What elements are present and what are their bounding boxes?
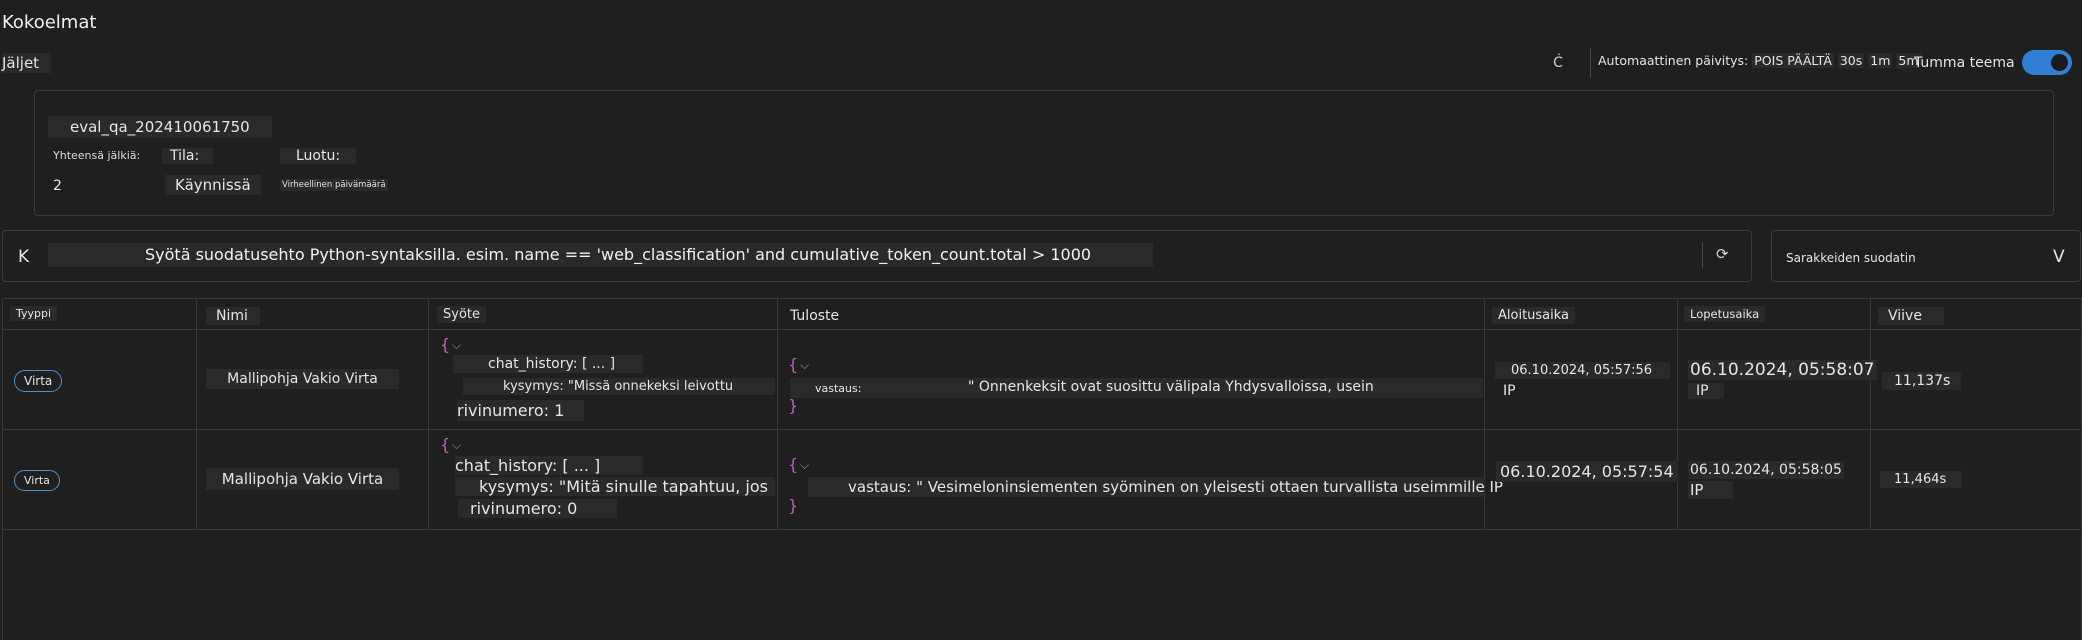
column-header-start-time[interactable]: Aloitusaika	[1492, 307, 1576, 324]
output-value: " Onnenkeksit ovat suosittu välipala Yhd…	[968, 379, 1374, 395]
end-time: 06.10.2024, 05:58:07	[1688, 360, 1877, 380]
input-open-brace: {	[440, 335, 451, 354]
row-divider	[2, 529, 2082, 530]
reset-filter-icon[interactable]: ⟳	[1716, 245, 1738, 267]
auto-refresh-off-option[interactable]: POIS PÄÄLTÄ	[1752, 53, 1834, 68]
run-name: eval_qa_202410061750	[48, 116, 272, 138]
expand-chevron-icon[interactable]: ⌵	[452, 338, 461, 353]
breadcrumb[interactable]: Jäljet	[2, 53, 52, 73]
output-key: vastaus:	[848, 478, 912, 496]
filter-key-hint: K	[18, 247, 30, 267]
output-close-brace: }	[788, 396, 799, 415]
start-time: 06.10.2024, 05:57:56	[1495, 362, 1671, 379]
toolbar-divider	[1590, 48, 1591, 78]
trace-name[interactable]: Mallipohja Vakio Virta	[206, 468, 399, 490]
type-badge[interactable]: Virta	[14, 470, 60, 491]
total-traces-label: Yhteensä jälkiä:	[53, 149, 141, 162]
input-chat-history: chat_history: [ ... ]	[455, 456, 643, 475]
input-open-brace: {	[440, 435, 451, 454]
status-label: Tila:	[162, 148, 214, 164]
status-value: Käynnissä	[165, 175, 261, 195]
column-header-latency[interactable]: Viive	[1878, 307, 1944, 325]
column-divider	[777, 298, 778, 530]
dark-theme-toggle[interactable]	[2022, 50, 2072, 75]
column-divider	[1870, 298, 1871, 530]
expand-chevron-icon[interactable]: ⌵	[800, 358, 809, 373]
column-filter-label: Sarakkeiden suodatin	[1786, 251, 1916, 265]
column-header-input[interactable]: Syöte	[437, 306, 486, 323]
end-ip: IP	[1688, 481, 1734, 499]
header-divider	[2, 329, 2082, 330]
auto-refresh-label: Automaattinen päivitys:	[1598, 53, 1749, 68]
latency: 11,137s	[1882, 372, 1962, 390]
column-header-end-time[interactable]: Lopetusaika	[1684, 306, 1766, 322]
start-ip: IP	[1503, 383, 1516, 399]
input-question: kysymys: "Mitä sinulle tapahtuu, jos	[455, 477, 775, 496]
chevron-down-icon[interactable]: V	[2053, 247, 2065, 267]
input-row-number: rivinumero: 0	[458, 499, 618, 518]
end-ip: IP	[1688, 383, 1724, 399]
trace-name[interactable]: Mallipohja Vakio Virta	[206, 369, 399, 389]
column-header-type[interactable]: Tyyppi	[10, 306, 58, 321]
output-key: vastaus:	[815, 382, 862, 395]
expand-chevron-icon[interactable]: ⌵	[800, 458, 809, 473]
type-badge[interactable]: Virta	[14, 370, 63, 392]
latency: 11,464s	[1880, 471, 1963, 488]
created-value: Virheellinen päivämäärä	[280, 179, 388, 191]
total-traces-value: 2	[53, 178, 62, 194]
created-label: Luotu:	[280, 148, 357, 164]
row-divider	[2, 429, 2082, 430]
output-value-text: " Vesimeloninsiementen syöminen on yleis…	[916, 478, 1503, 496]
filter-divider	[1702, 242, 1703, 268]
toggle-knob	[2051, 54, 2068, 71]
output-open-brace: {	[788, 455, 799, 474]
column-divider	[1677, 298, 1678, 530]
expand-chevron-icon[interactable]: ⌵	[452, 438, 461, 453]
output-close-brace: }	[788, 496, 799, 515]
output-open-brace: {	[788, 355, 799, 374]
output-value: vastaus: " Vesimeloninsiementen syöminen…	[848, 478, 1503, 496]
start-time: 06.10.2024, 05:57:54	[1496, 461, 1678, 482]
input-chat-history: chat_history: [ ... ]	[453, 355, 643, 373]
page-title: Kokoelmat	[2, 12, 97, 33]
auto-refresh-control: Automaattinen päivitys: POIS PÄÄLTÄ 30s …	[1598, 53, 1921, 68]
column-divider	[428, 298, 429, 530]
input-row-number: rivinumero: 1	[457, 400, 585, 421]
input-question: kysymys: "Missä onnekeksi leivottu	[463, 378, 775, 395]
column-divider	[196, 298, 197, 530]
auto-refresh-30s-option[interactable]: 30s	[1837, 53, 1865, 68]
filter-input[interactable]: Syötä suodatusehto Python-syntaksilla. e…	[48, 243, 1153, 267]
column-header-name[interactable]: Nimi	[206, 307, 260, 325]
refresh-icon[interactable]: Ċ	[1547, 52, 1569, 74]
auto-refresh-1m-option[interactable]: 1m	[1868, 53, 1893, 68]
column-header-output[interactable]: Tuloste	[784, 307, 845, 325]
dark-theme-label: Tumma teema	[1914, 55, 2015, 71]
end-time: 06.10.2024, 05:58:05	[1688, 461, 1844, 479]
